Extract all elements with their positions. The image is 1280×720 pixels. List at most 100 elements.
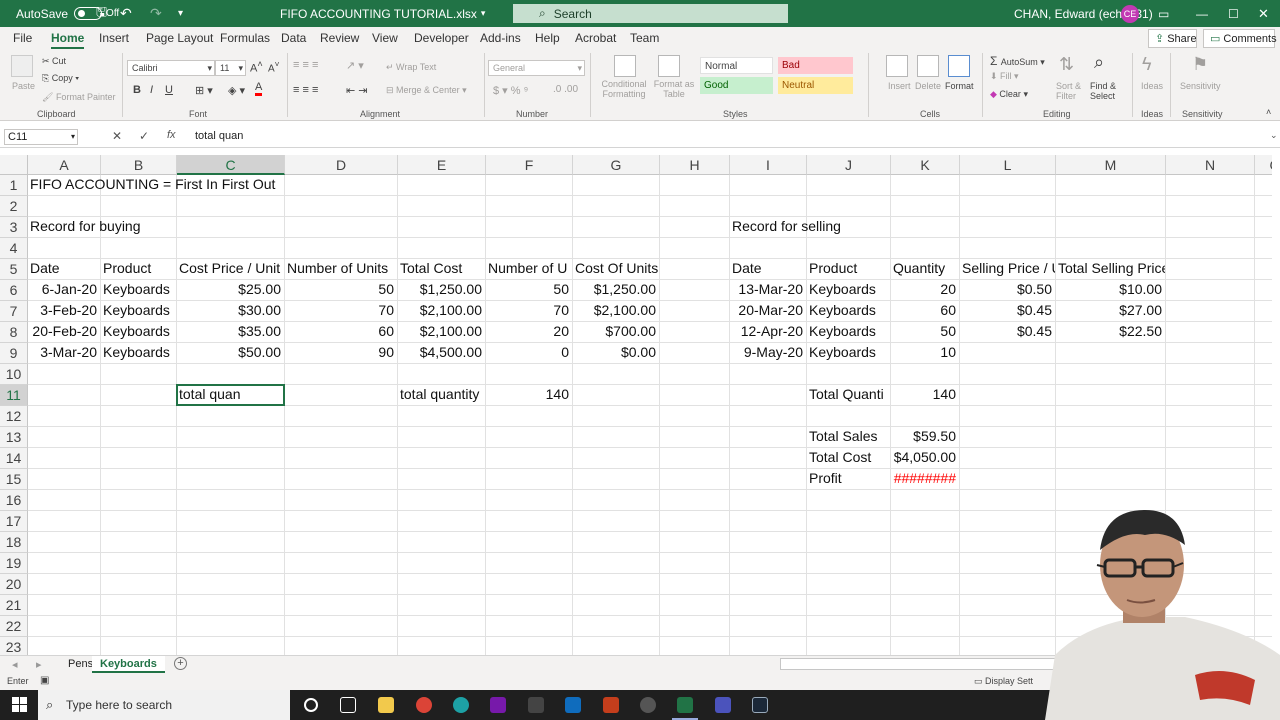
task-view-icon[interactable]	[340, 697, 356, 713]
cell-c9[interactable]: $50.00	[177, 342, 283, 363]
column-header-h[interactable]: H	[660, 155, 730, 175]
font-name-select[interactable]: Calibri ▾	[127, 60, 215, 76]
cell-a8[interactable]: 20-Feb-20	[28, 321, 99, 342]
row-header-19[interactable]: 19	[0, 553, 28, 574]
cell-i7[interactable]: 20-Mar-20	[730, 300, 805, 321]
share-button[interactable]: ⇪ Share	[1148, 29, 1197, 48]
row-header-13[interactable]: 13	[0, 427, 28, 448]
cell-d6[interactable]: 50	[285, 279, 396, 300]
autosum-button[interactable]: Σ AutoSum ▾	[990, 54, 1045, 68]
cell-c7[interactable]: $30.00	[177, 300, 283, 321]
cell-j15[interactable]: Profit	[807, 468, 890, 489]
cell-g8[interactable]: $700.00	[573, 321, 658, 342]
cell-a3[interactable]: Record for buying	[28, 216, 327, 237]
cell-g6[interactable]: $1,250.00	[573, 279, 658, 300]
decimal-icon[interactable]: .0 .00	[553, 84, 578, 95]
cell-k13[interactable]: $59.50	[891, 426, 958, 447]
cell-k15[interactable]: ########	[891, 468, 958, 489]
tab-file[interactable]: File	[13, 27, 32, 49]
row-header-21[interactable]: 21	[0, 595, 28, 616]
file-title[interactable]: FIFO ACCOUNTING TUTORIAL.xlsx ▾	[280, 0, 485, 27]
redo-icon[interactable]: ↷	[150, 0, 162, 27]
app-icon[interactable]	[640, 697, 656, 713]
cell-i3[interactable]: Record for selling	[730, 216, 1029, 237]
row-header-18[interactable]: 18	[0, 532, 28, 553]
cell-a7[interactable]: 3-Feb-20	[28, 300, 99, 321]
tab-data[interactable]: Data	[281, 27, 306, 49]
cell-g9[interactable]: $0.00	[573, 342, 658, 363]
cell-k6[interactable]: 20	[891, 279, 958, 300]
column-header-i[interactable]: I	[730, 155, 807, 175]
paste-icon[interactable]	[11, 55, 33, 77]
fill-color-icon[interactable]: ◈ ▾	[228, 84, 245, 97]
cell-k9[interactable]: 10	[891, 342, 958, 363]
save-icon[interactable]: 🖫	[96, 0, 107, 27]
cell-k8[interactable]: 50	[891, 321, 958, 342]
find-select-button[interactable]: Find & Select	[1090, 81, 1126, 101]
cell-j11[interactable]: Total Quanti	[807, 384, 890, 405]
top-align-icon[interactable]: ≡ ≡ ≡	[293, 59, 318, 71]
cut-button[interactable]: ✂ Cut	[42, 56, 66, 67]
maximize-icon[interactable]: ☐	[1228, 0, 1239, 27]
tab-review[interactable]: Review	[320, 27, 359, 49]
delete-cells-button[interactable]: Delete	[915, 81, 941, 91]
cell-a5[interactable]: Date	[28, 258, 100, 279]
cell-c5[interactable]: Cost Price / Unit	[177, 258, 284, 279]
row-header-9[interactable]: 9	[0, 343, 28, 364]
clear-button[interactable]: ◆ Clear ▾	[990, 89, 1028, 100]
row-header-23[interactable]: 23	[0, 637, 28, 655]
tab-developer[interactable]: Developer	[414, 27, 469, 49]
cell-m8[interactable]: $22.50	[1056, 321, 1164, 342]
avatar[interactable]: CE	[1121, 4, 1139, 23]
add-sheet-icon[interactable]: +	[174, 657, 187, 670]
minimize-icon[interactable]: —	[1196, 0, 1208, 27]
cell-l7[interactable]: $0.45	[960, 300, 1054, 321]
sort-filter-button[interactable]: Sort & Filter	[1056, 81, 1090, 101]
cell-f7[interactable]: 70	[486, 300, 571, 321]
cell-a6[interactable]: 6-Jan-20	[28, 279, 99, 300]
style-good[interactable]: Good	[700, 77, 773, 94]
cell-e6[interactable]: $1,250.00	[398, 279, 484, 300]
cell-d5[interactable]: Number of Units	[285, 258, 397, 279]
conditional-formatting-icon[interactable]	[614, 55, 636, 77]
cell-f6[interactable]: 50	[486, 279, 571, 300]
merge-center-button[interactable]: ⊟ Merge & Center ▾	[386, 85, 467, 96]
format-as-table-icon[interactable]	[658, 55, 680, 77]
outlook-icon[interactable]	[565, 697, 581, 713]
insert-function-button[interactable]: fx	[167, 129, 176, 141]
chrome-icon[interactable]	[416, 697, 432, 713]
format-as-table-button[interactable]: Format as Table	[652, 79, 696, 99]
tab-view[interactable]: View	[372, 27, 398, 49]
cell-m5[interactable]: Total Selling Price	[1056, 258, 1165, 279]
cell-b6[interactable]: Keyboards	[101, 279, 176, 300]
row-header-1[interactable]: 1	[0, 175, 28, 196]
row-header-3[interactable]: 3	[0, 217, 28, 238]
column-header-n[interactable]: N	[1166, 155, 1255, 175]
decrease-font-icon[interactable]: A˅	[268, 59, 280, 74]
cell-b7[interactable]: Keyboards	[101, 300, 176, 321]
cell-m7[interactable]: $27.00	[1056, 300, 1164, 321]
cell-d8[interactable]: 60	[285, 321, 396, 342]
style-bad[interactable]: Bad	[778, 57, 853, 74]
style-neutral[interactable]: Neutral	[778, 77, 853, 94]
row-header-17[interactable]: 17	[0, 511, 28, 532]
undo-icon[interactable]: ↶	[120, 0, 132, 27]
cell-f11[interactable]: 140	[486, 384, 571, 405]
tab-add-ins[interactable]: Add-ins	[480, 27, 521, 49]
format-cells-button[interactable]: Format	[945, 81, 974, 91]
ideas-icon[interactable]: ϟ	[1142, 54, 1152, 75]
cancel-icon[interactable]: ✕	[112, 129, 122, 143]
sensitivity-button[interactable]: Sensitivity	[1180, 81, 1221, 91]
row-header-11[interactable]: 11	[0, 385, 28, 406]
cell-e8[interactable]: $2,100.00	[398, 321, 484, 342]
display-settings-button[interactable]: ▭ Display Sett	[974, 676, 1033, 687]
column-header-e[interactable]: E	[398, 155, 486, 175]
column-header-b[interactable]: B	[101, 155, 177, 175]
number-format-select[interactable]: General ▾	[488, 60, 585, 76]
row-header-7[interactable]: 7	[0, 301, 28, 322]
close-icon[interactable]: ✕	[1258, 0, 1269, 27]
cell-d7[interactable]: 70	[285, 300, 396, 321]
cell-m6[interactable]: $10.00	[1056, 279, 1164, 300]
cell-d9[interactable]: 90	[285, 342, 396, 363]
onenote-icon[interactable]	[490, 697, 506, 713]
